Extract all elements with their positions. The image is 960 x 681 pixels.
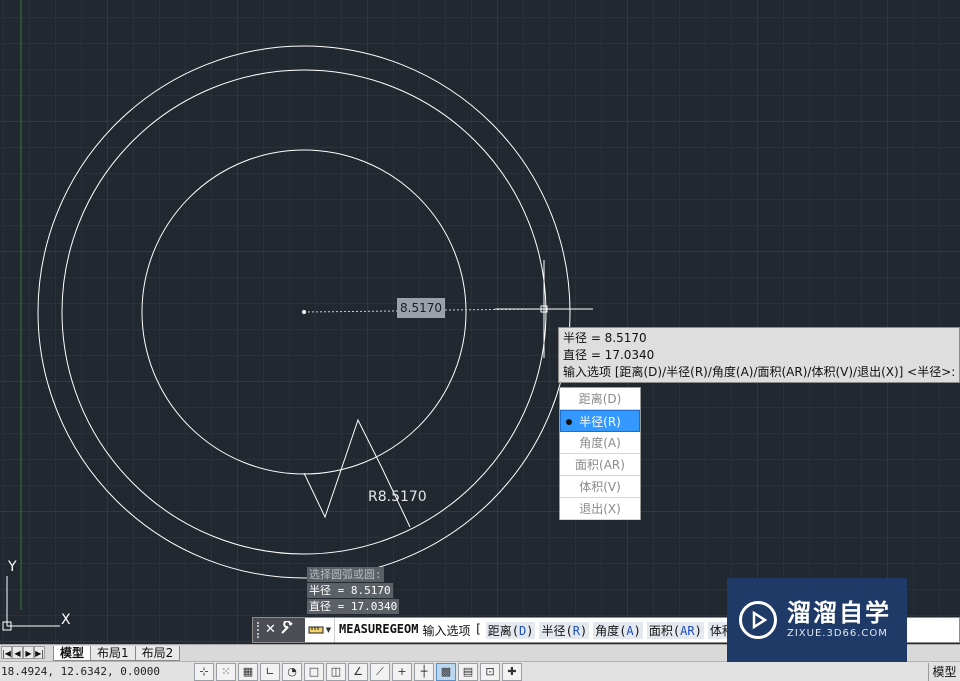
menu-item-volume[interactable]: 体积(V)	[560, 476, 640, 498]
menu-item-distance[interactable]: 距离(D)	[560, 388, 640, 410]
first-tab-icon[interactable]: |◀	[1, 646, 12, 659]
measure-tooltip: 半径 = 8.5170 直径 = 17.0340 输入选项 [距离(D)/半径(…	[558, 327, 960, 383]
tab-model[interactable]: 模型	[53, 646, 92, 661]
ducs-icon[interactable]: ⟋	[370, 662, 390, 681]
watermark-title: 溜溜自学	[787, 599, 891, 627]
tab-layout2[interactable]: 布局2	[134, 646, 181, 661]
next-tab-icon[interactable]: ▶	[23, 646, 34, 659]
option-menu: 距离(D) 半径(R) 角度(A) 面积(AR) 体积(V) 退出(X)	[559, 387, 641, 520]
qp-icon[interactable]: ▤	[458, 662, 478, 681]
tab-navigation: |◀ ◀ ▶ ▶|	[1, 646, 45, 661]
polar-icon[interactable]: ◔	[282, 662, 302, 681]
watermark-url: ZIXUE.3D66.COM	[787, 628, 888, 639]
snap-icon[interactable]: ⁙	[216, 662, 236, 681]
ortho-icon[interactable]: ∟	[260, 662, 280, 681]
menu-item-radius[interactable]: 半径(R)	[560, 410, 640, 432]
last-tab-icon[interactable]: ▶|	[34, 646, 45, 659]
status-bar: 18.4924, 12.6342, 0.0000 ⊹ ⁙ ▦ ∟ ◔ □ ◫ ∠…	[0, 661, 960, 681]
option-area[interactable]: 面积(AR)	[646, 621, 704, 639]
svg-text:X: X	[61, 612, 71, 628]
tab-layout1[interactable]: 布局1	[90, 646, 136, 661]
watermark-logo: 溜溜自学 ZIXUE.3D66.COM	[727, 578, 907, 662]
osnap-icon[interactable]: □	[304, 662, 324, 681]
3dosnap-icon[interactable]: ◫	[326, 662, 346, 681]
tooltip-prompt: 输入选项 [距离(D)/半径(R)/角度(A)/面积(AR)/体积(V)/退出(…	[563, 365, 956, 379]
am-icon[interactable]: ✚	[502, 662, 522, 681]
svg-text:Y: Y	[7, 559, 17, 575]
history-line: 选择圆弧或圆:	[307, 567, 384, 582]
model-space-button[interactable]: 模型	[928, 663, 960, 681]
coordinate-readout: 18.4924, 12.6342, 0.0000	[1, 665, 160, 678]
dyn-icon[interactable]: +	[392, 662, 412, 681]
drawing-canvas[interactable]: 8.5170 R8.5170 半径 = 8.5170 直径 = 17.0340 …	[0, 0, 960, 644]
infer-icon[interactable]: ⊹	[194, 662, 214, 681]
menu-item-exit[interactable]: 退出(X)	[560, 498, 640, 520]
drafting-tools: ⊹ ⁙ ▦ ∟ ◔ □ ◫ ∠ ⟋ + ┼ ▩ ▤ ⊡ ✚	[194, 662, 522, 681]
dimension-value-box: 8.5170	[397, 298, 445, 318]
tooltip-radius: 半径 = 8.5170	[563, 331, 647, 345]
watermark-text: 溜溜自学 ZIXUE.3D66.COM	[787, 599, 891, 641]
center-point	[302, 310, 306, 314]
play-logo-icon	[739, 601, 777, 639]
option-distance[interactable]: 距离(D)	[485, 621, 536, 639]
measure-ruler-icon	[308, 626, 324, 634]
otrack-icon[interactable]: ∠	[348, 662, 368, 681]
option-radius[interactable]: 半径(R)	[539, 621, 590, 639]
grip-handle[interactable]	[257, 622, 261, 638]
menu-item-angle[interactable]: 角度(A)	[560, 432, 640, 454]
command-icon-button[interactable]: ▼	[305, 618, 335, 642]
selected-bullet-icon	[566, 419, 572, 425]
sc-icon[interactable]: ⊡	[480, 662, 500, 681]
prev-tab-icon[interactable]: ◀	[12, 646, 23, 659]
radius-label: R8.5170	[368, 489, 427, 505]
command-prompt: 输入选项	[422, 623, 471, 638]
menu-item-area[interactable]: 面积(AR)	[560, 454, 640, 476]
command-history: 选择圆弧或圆: 半径 = 8.5170 直径 = 17.0340	[307, 567, 400, 615]
bracket-open: [	[474, 621, 482, 636]
command-line-handle: ✕	[253, 618, 305, 642]
measure-line-left	[303, 310, 398, 313]
history-line: 直径 = 17.0340	[307, 599, 400, 614]
transparency-icon[interactable]: ▩	[436, 662, 456, 681]
wrench-icon[interactable]	[280, 620, 294, 639]
lineweight-icon[interactable]: ┼	[414, 662, 434, 681]
chevron-down-icon: ▼	[325, 626, 332, 634]
grid-icon[interactable]: ▦	[238, 662, 258, 681]
command-text[interactable]: MEASUREGEOM 输入选项 [ 距离(D) 半径(R) 角度(A) 面积(…	[335, 621, 758, 639]
tooltip-diameter: 直径 = 17.0340	[563, 348, 655, 362]
option-angle[interactable]: 角度(A)	[593, 621, 643, 639]
history-line: 半径 = 8.5170	[307, 583, 393, 598]
command-name: MEASUREGEOM	[339, 621, 419, 636]
close-icon[interactable]: ✕	[265, 623, 276, 637]
drawing-svg	[20, 0, 593, 610]
ucs-icon: Y X	[0, 556, 80, 640]
